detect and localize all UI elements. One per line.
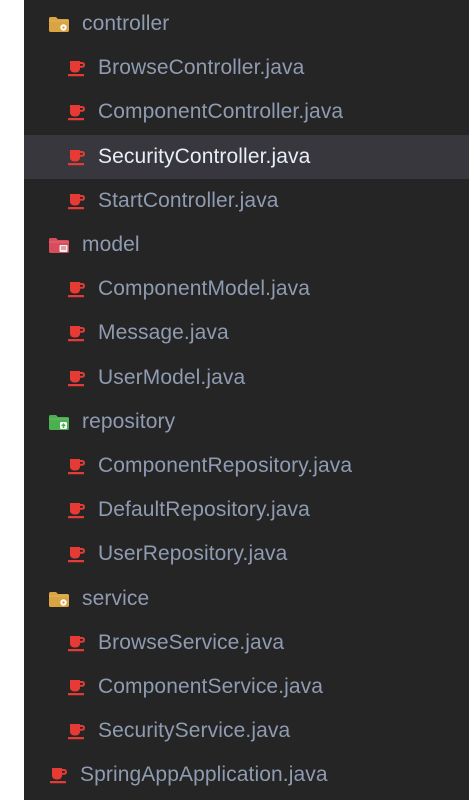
java-file-icon xyxy=(50,768,68,784)
file-browseservice[interactable]: BrowseService.java xyxy=(24,621,469,665)
file-componentmodel[interactable]: ComponentModel.java xyxy=(24,267,469,311)
java-file-icon xyxy=(68,105,86,121)
folder-service[interactable]: service xyxy=(24,576,469,620)
file-label: ComponentModel.java xyxy=(98,277,311,301)
java-file-icon xyxy=(68,193,86,210)
file-label: ComponentService.java xyxy=(98,674,324,698)
java-file-icon xyxy=(68,61,86,77)
folder-model-icon xyxy=(49,238,69,254)
folder-label: repository xyxy=(82,409,176,433)
java-file-icon xyxy=(68,370,86,386)
file-springappapplication[interactable]: SpringAppApplication.java xyxy=(24,753,469,797)
file-label: ComponentController.java xyxy=(98,100,344,124)
file-explorer-panel: controller BrowseController.java Compone… xyxy=(24,0,469,800)
file-label: UserModel.java xyxy=(98,365,246,389)
file-label: Message.java xyxy=(98,321,229,345)
file-label: SecurityController.java xyxy=(98,144,311,168)
folder-label: controller xyxy=(82,12,170,36)
file-defaultrepository[interactable]: DefaultRepository.java xyxy=(24,488,469,532)
folder-gear-icon xyxy=(49,591,69,607)
java-file-icon xyxy=(68,149,86,165)
file-securityservice[interactable]: SecurityService.java xyxy=(24,709,469,753)
folder-repository-icon xyxy=(49,414,69,430)
file-label: UserRepository.java xyxy=(98,542,288,566)
folder-model[interactable]: model xyxy=(24,223,469,267)
java-file-icon xyxy=(68,635,86,652)
java-file-icon xyxy=(68,282,86,298)
java-file-icon xyxy=(68,326,86,342)
java-file-icon xyxy=(68,458,86,475)
file-componentrepository[interactable]: ComponentRepository.java xyxy=(24,444,469,488)
file-browsecontroller[interactable]: BrowseController.java xyxy=(24,46,469,90)
file-usermodel[interactable]: UserModel.java xyxy=(24,356,469,400)
folder-label: model xyxy=(82,233,140,257)
java-file-icon xyxy=(68,724,86,740)
java-file-icon xyxy=(68,547,86,563)
file-label: BrowseController.java xyxy=(98,56,305,80)
file-userrepository[interactable]: UserRepository.java xyxy=(24,532,469,576)
file-label: DefaultRepository.java xyxy=(98,498,310,522)
file-startcontroller[interactable]: StartController.java xyxy=(24,179,469,223)
file-label: SecurityService.java xyxy=(98,719,291,743)
folder-repository[interactable]: repository xyxy=(24,400,469,444)
file-label: SpringAppApplication.java xyxy=(80,763,328,787)
file-componentservice[interactable]: ComponentService.java xyxy=(24,665,469,709)
file-tree: controller BrowseController.java Compone… xyxy=(24,2,469,797)
file-label: StartController.java xyxy=(98,188,279,212)
folder-controller[interactable]: controller xyxy=(24,2,469,46)
screenshot-frame: controller BrowseController.java Compone… xyxy=(0,0,469,800)
file-componentcontroller[interactable]: ComponentController.java xyxy=(24,90,469,134)
java-file-icon xyxy=(68,503,86,519)
folder-label: service xyxy=(82,586,150,610)
java-file-icon xyxy=(68,679,86,696)
file-label: BrowseService.java xyxy=(98,630,285,654)
file-label: ComponentRepository.java xyxy=(98,453,353,477)
file-message[interactable]: Message.java xyxy=(24,311,469,355)
folder-gear-icon xyxy=(49,17,69,33)
file-securitycontroller[interactable]: SecurityController.java xyxy=(24,134,469,179)
